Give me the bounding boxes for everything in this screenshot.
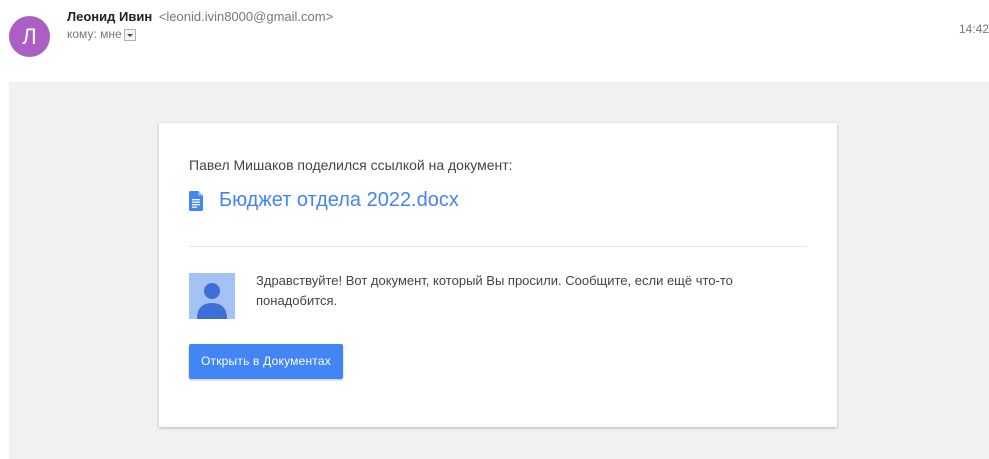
sender-line: Леонид Ивин <leonid.ivin8000@gmail.com> — [67, 9, 333, 24]
email-header: Л Леонид Ивин <leonid.ivin8000@gmail.com… — [0, 0, 989, 80]
message-text: Здравствуйте! Вот документ, который Вы п… — [256, 273, 733, 308]
sender-avatar[interactable]: Л — [9, 16, 50, 57]
recipient-label: кому: мне — [67, 27, 122, 41]
open-in-docs-button[interactable]: Открыть в Документах — [189, 344, 343, 379]
google-docs-icon[interactable] — [189, 190, 203, 211]
recipient-line: кому: мне — [67, 27, 136, 41]
person-icon — [189, 273, 235, 319]
share-card: Павел Мишаков поделился ссылкой на докум… — [159, 123, 837, 427]
sender-name[interactable]: Леонид Ивин — [67, 9, 152, 24]
sender-email: <leonid.ivin8000@gmail.com> — [158, 9, 334, 24]
document-row: Бюджет отдела 2022.docx — [189, 189, 459, 212]
divider — [189, 246, 807, 247]
share-notice: Павел Мишаков поделился ссылкой на докум… — [189, 157, 513, 173]
chevron-down-icon[interactable] — [123, 29, 136, 41]
message-time: 14:42 — [958, 22, 989, 36]
document-link[interactable]: Бюджет отдела 2022.docx — [219, 189, 459, 212]
